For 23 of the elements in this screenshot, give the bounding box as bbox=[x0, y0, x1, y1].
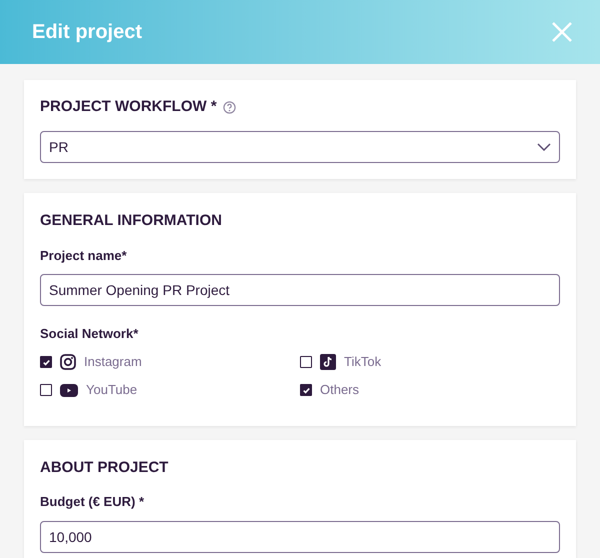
field-label: Budget (€ EUR) * bbox=[40, 493, 145, 511]
section-heading: PROJECT WORKFLOW * bbox=[40, 96, 217, 117]
network-label: TikTok bbox=[344, 353, 382, 372]
chevron-down-icon bbox=[537, 143, 551, 151]
budget-field[interactable]: 10,000 bbox=[40, 520, 560, 552]
field-label: Social Network* bbox=[40, 325, 140, 343]
section-heading: GENERAL INFORMATION bbox=[40, 211, 223, 231]
dialog-title: Edit project bbox=[32, 20, 142, 45]
play-icon bbox=[60, 384, 78, 396]
field-label: Project name* bbox=[40, 246, 128, 265]
help-icon[interactable] bbox=[222, 100, 236, 114]
workflow-select[interactable]: PR bbox=[40, 131, 560, 163]
checkbox[interactable] bbox=[300, 356, 312, 368]
network-label: Others bbox=[320, 381, 360, 400]
network-label: Instagram bbox=[84, 353, 142, 372]
music-note-icon bbox=[320, 354, 336, 370]
checkbox[interactable] bbox=[40, 384, 52, 396]
network-label: YouTube bbox=[86, 381, 138, 400]
checkbox[interactable] bbox=[300, 384, 312, 396]
camera-icon bbox=[60, 354, 76, 370]
checkbox[interactable] bbox=[40, 356, 52, 368]
section-heading: ABOUT PROJECT bbox=[40, 458, 170, 478]
project-name-field[interactable]: Summer Opening PR Project bbox=[40, 274, 560, 306]
